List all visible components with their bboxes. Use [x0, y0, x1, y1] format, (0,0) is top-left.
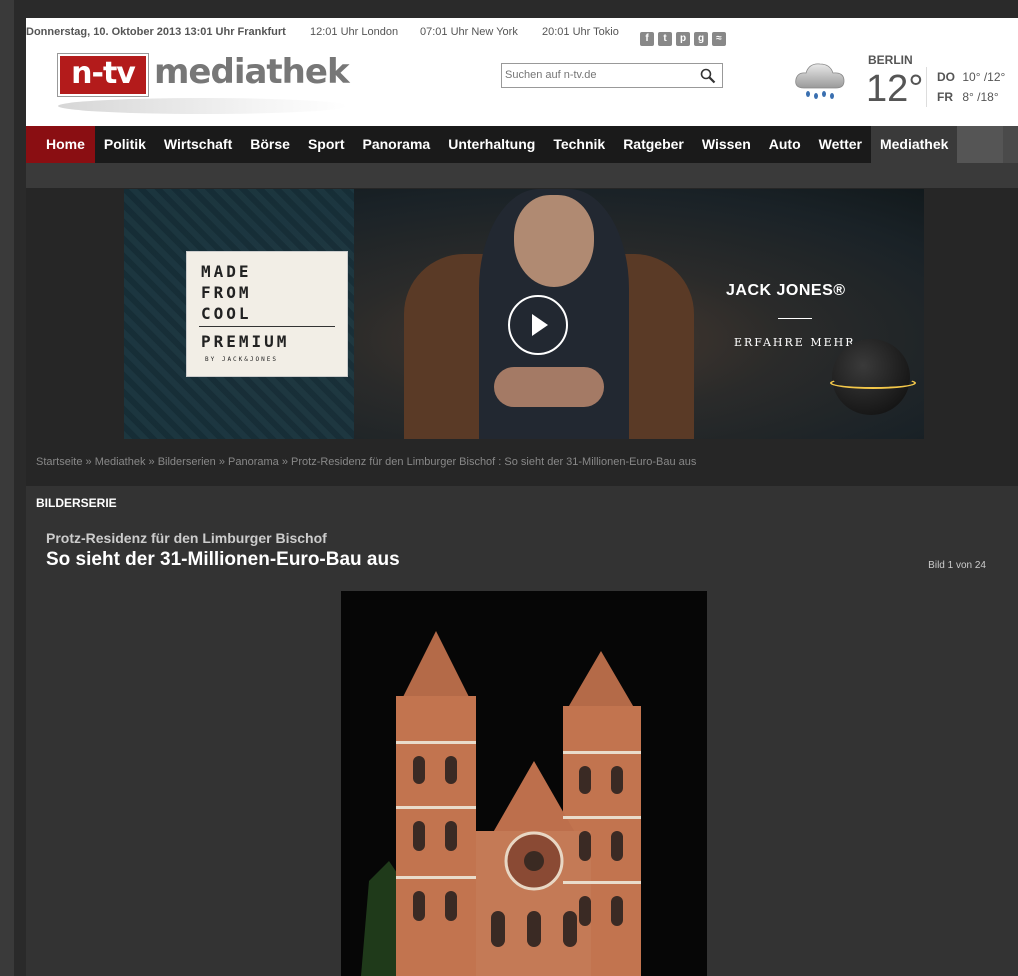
nav-item-technik[interactable]: Technik: [544, 126, 615, 163]
breadcrumb-item[interactable]: Startseite: [36, 456, 82, 468]
gallery-headline: So sieht der 31-Millionen-Euro-Bau aus: [46, 549, 400, 570]
nav-item-unterhaltung[interactable]: Unterhaltung: [439, 126, 545, 163]
gallery-kicker: Protz-Residenz für den Limburger Bischof: [46, 530, 327, 546]
forecast-day: FR: [937, 90, 953, 104]
ad-label-line: PREMIUM: [201, 332, 290, 351]
nav-item-sport[interactable]: Sport: [298, 126, 354, 163]
time-newyork: 07:01 Uhr New York: [420, 26, 518, 38]
nav-spacer: [957, 126, 1004, 163]
ad-brand-logo: JACK JONES®: [726, 282, 846, 299]
nav-item-mediathek[interactable]: Mediathek: [870, 126, 958, 163]
forecast-range: 8° /18°: [962, 90, 999, 104]
forecast-day: DO: [937, 70, 955, 84]
ad-lamp-glow: [830, 377, 916, 389]
nav-item-home[interactable]: Home: [26, 126, 95, 163]
pinterest-icon[interactable]: p: [676, 32, 690, 46]
video-advertisement[interactable]: MADE FROM COOL PREMIUM BY JACK&JONES JAC…: [124, 189, 924, 439]
search-input[interactable]: [505, 67, 685, 83]
rain-cloud-icon: [795, 63, 845, 99]
ad-label-line: COOL: [201, 304, 252, 323]
logo-swoosh: [58, 98, 348, 114]
nav-item-wissen[interactable]: Wissen: [692, 126, 760, 163]
ad-label-line: MADE: [201, 262, 252, 281]
nav-item-boerse[interactable]: Börse: [241, 126, 299, 163]
nav-item-ratgeber[interactable]: Ratgeber: [614, 126, 693, 163]
breadcrumb-item[interactable]: Panorama: [228, 456, 279, 468]
search-box: [501, 63, 723, 88]
breadcrumb-current: Protz-Residenz für den Limburger Bischof…: [291, 456, 697, 468]
forecast-row: DO 10° /12°: [937, 67, 1005, 87]
breadcrumb-separator: »: [82, 456, 95, 468]
nav-item-wirtschaft[interactable]: Wirtschaft: [154, 126, 242, 163]
ad-label-sub: BY JACK&JONES: [205, 356, 278, 363]
sub-navigation-bar: [26, 163, 1018, 188]
gallery-image[interactable]: [341, 591, 707, 976]
nav-filler: [1003, 126, 1018, 163]
breadcrumb: Startseite » Mediathek » Bilderserien » …: [36, 456, 696, 468]
image-counter: Bild 1 von 24: [928, 560, 986, 571]
breadcrumb-item[interactable]: Bilderserien: [158, 456, 216, 468]
social-links: f t p g ≈: [640, 32, 726, 46]
breadcrumb-separator: »: [215, 456, 229, 468]
weather-temperature: 12°: [866, 68, 924, 110]
gallery-section: BILDERSERIE Protz-Residenz für den Limbu…: [26, 486, 1018, 976]
site-logo[interactable]: n-tv mediathek: [58, 52, 358, 122]
ad-face: [514, 195, 594, 287]
nav-item-politik[interactable]: Politik: [94, 126, 155, 163]
ad-label-line: FROM: [201, 283, 252, 302]
top-info-bar: Donnerstag, 10. Oktober 2013 13:01 Uhr F…: [26, 26, 1018, 46]
nav-item-wetter[interactable]: Wetter: [809, 126, 871, 163]
forecast-row: FR 8° /18°: [937, 87, 1005, 107]
breadcrumb-item[interactable]: Mediathek: [95, 456, 146, 468]
time-tokio: 20:01 Uhr Tokio: [542, 26, 619, 38]
weather-city: BERLIN: [868, 53, 913, 67]
ad-label-rule: [199, 326, 335, 327]
nav-item-auto[interactable]: Auto: [759, 126, 810, 163]
ad-hands: [494, 367, 604, 407]
ad-divider: [778, 318, 812, 319]
rss-icon[interactable]: ≈: [712, 32, 726, 46]
breadcrumb-separator: »: [278, 456, 292, 468]
site-header: Donnerstag, 10. Oktober 2013 13:01 Uhr F…: [26, 18, 1018, 126]
forecast-range: 10° /12°: [962, 70, 1006, 84]
main-navigation: Home Politik Wirtschaft Börse Sport Pano…: [26, 126, 1018, 163]
googleplus-icon[interactable]: g: [694, 32, 708, 46]
time-london: 12:01 Uhr London: [310, 26, 399, 38]
logo-section: mediathek: [154, 52, 350, 92]
ad-clothing-label: MADE FROM COOL PREMIUM BY JACK&JONES: [186, 251, 348, 377]
breadcrumb-separator: »: [145, 456, 158, 468]
logo-ntv: n-tv: [58, 54, 148, 96]
nav-item-panorama[interactable]: Panorama: [353, 126, 440, 163]
cathedral-illustration: [341, 591, 707, 976]
current-date: Donnerstag, 10. Oktober 2013 13:01 Uhr F…: [26, 26, 286, 38]
page-left-gutter: [0, 0, 14, 976]
twitter-icon[interactable]: t: [658, 32, 672, 46]
facebook-icon[interactable]: f: [640, 32, 654, 46]
section-label: BILDERSERIE: [36, 496, 117, 510]
play-icon[interactable]: [508, 295, 568, 355]
search-icon[interactable]: [700, 68, 716, 84]
page: Donnerstag, 10. Oktober 2013 13:01 Uhr F…: [26, 18, 1018, 976]
weather-forecast: DO 10° /12° FR 8° /18°: [926, 67, 1005, 107]
